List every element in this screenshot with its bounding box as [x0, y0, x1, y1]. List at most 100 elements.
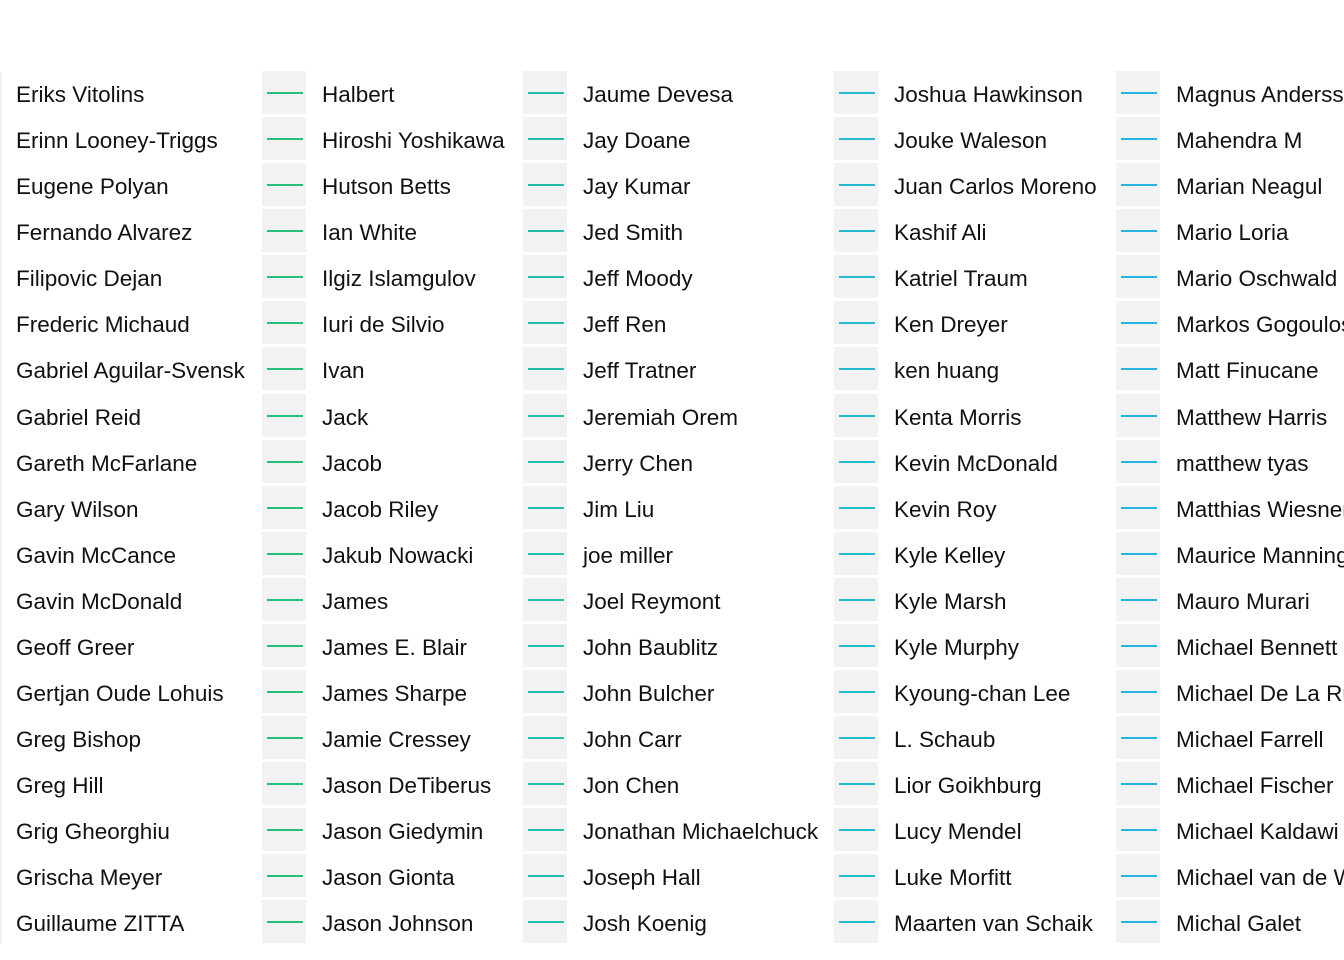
name-item: Jason Giedymin — [322, 819, 484, 845]
connector-segment — [1116, 301, 1160, 345]
connector-dash — [839, 921, 875, 924]
connector-dash — [839, 552, 875, 555]
connector-segment — [523, 854, 567, 898]
left-edge-strip — [0, 72, 2, 944]
connector-dash — [1121, 368, 1157, 371]
name-item: Kenta Morris — [894, 404, 1022, 430]
connector-dash — [267, 644, 303, 647]
connector-dash — [267, 184, 303, 187]
connector-dash — [839, 138, 875, 141]
connector-dash — [1121, 783, 1157, 786]
name-item: Mario Loria — [1176, 220, 1289, 246]
name-item: Gary Wilson — [16, 496, 139, 522]
connector-dash — [528, 921, 564, 924]
connector-dash — [1121, 230, 1157, 233]
connector-dash — [1121, 92, 1157, 94]
connector-segment — [262, 762, 306, 806]
connector-segment — [523, 301, 567, 345]
connector-segment — [834, 301, 878, 345]
name-item: joe miller — [583, 542, 674, 568]
name-item: Hutson Betts — [322, 174, 451, 200]
name-item: John Bulcher — [583, 681, 715, 707]
name-item: Iuri de Silvio — [322, 312, 445, 338]
name-item: Ilgiz Islamgulov — [322, 266, 476, 292]
connector-segment — [1116, 347, 1160, 391]
connector-dash — [1121, 644, 1157, 647]
connector-segment — [834, 163, 878, 207]
connector-segment — [1116, 808, 1160, 852]
name-item: Frederic Michaud — [16, 312, 190, 338]
connector-segment — [523, 623, 567, 667]
connector-dash — [528, 230, 564, 233]
connector-dash — [528, 414, 564, 417]
name-item: James — [322, 588, 389, 614]
connector-segment — [262, 209, 306, 253]
name-item: Joseph Hall — [583, 865, 701, 891]
name-item: Katriel Traum — [894, 266, 1028, 292]
connector-dash — [528, 783, 564, 786]
name-item: John Baublitz — [583, 634, 719, 660]
name-item: Hiroshi Yoshikawa — [322, 128, 505, 154]
connector-dash — [267, 737, 303, 740]
name-item: Matthew Harris — [1176, 404, 1328, 430]
connector-dash — [528, 276, 564, 279]
name-item: Marian Neagul — [1176, 174, 1323, 200]
name-item: Jonathan Michaelchuck — [583, 819, 819, 845]
connector-segment — [834, 854, 878, 898]
name-item: Gertjan Oude Lohuis — [16, 681, 224, 707]
name-item: Kyle Marsh — [894, 588, 1007, 614]
name-item: Magnus Andersson — [1176, 82, 1344, 107]
connector-dash — [267, 598, 303, 601]
name-item: Jacob Riley — [322, 496, 439, 522]
connector-dash — [1121, 737, 1157, 740]
connector-segment — [1116, 531, 1160, 575]
name-item: Geoff Greer — [16, 634, 135, 660]
name-item: Jason Johnson — [322, 911, 474, 937]
name-item: Jaume Devesa — [583, 82, 734, 107]
connector-segment — [262, 347, 306, 391]
connector-segment — [1116, 393, 1160, 437]
name-item: Filipovic Dejan — [16, 266, 163, 292]
connector-dash — [839, 460, 875, 463]
name-item: Kyle Kelley — [894, 542, 1006, 568]
name-item: Michael Fischer — [1176, 773, 1334, 799]
name-item: Joel Reymont — [583, 588, 721, 614]
connector-segment — [834, 71, 878, 114]
connector-segment — [1116, 716, 1160, 760]
connector-segment — [262, 531, 306, 575]
connector-segment — [834, 577, 878, 621]
name-item: Fernando Alvarez — [16, 220, 193, 246]
connector-segment — [1116, 623, 1160, 667]
name-item: Gavin McDonald — [16, 588, 183, 614]
connector-dash — [1121, 276, 1157, 279]
connector-strip-2 — [523, 71, 567, 945]
connector-segment — [523, 439, 567, 483]
connector-segment — [523, 117, 567, 161]
connector-segment — [1116, 117, 1160, 161]
name-grid: Eriks Vitolins Erinn Looney-Triggs Eugene … — [0, 0, 1344, 960]
name-item: Jason DeTiberus — [322, 773, 492, 799]
connector-segment — [523, 255, 567, 299]
name-column-3: Jaume Devesa Jay Doane Jay Kumar Jed Smith J… — [583, 72, 818, 947]
name-item: Eriks Vitolins — [16, 82, 145, 107]
connector-segment — [834, 531, 878, 575]
name-item: Greg Bishop — [16, 727, 142, 753]
connector-dash — [528, 875, 564, 878]
connector-dash — [267, 691, 303, 694]
name-item: Grischa Meyer — [16, 865, 163, 891]
name-item: Michael van de Waeter — [1176, 865, 1344, 891]
connector-segment — [834, 623, 878, 667]
connector-dash — [528, 829, 564, 832]
connector-segment — [834, 255, 878, 299]
connector-dash — [839, 829, 875, 832]
connector-strip-3 — [834, 71, 878, 945]
connector-segment — [523, 531, 567, 575]
name-item: Jeff Ren — [583, 312, 667, 338]
connector-dash — [528, 644, 564, 647]
name-item: Jason Gionta — [322, 865, 455, 891]
connector-segment — [262, 670, 306, 714]
connector-segment — [262, 439, 306, 483]
connector-segment — [834, 117, 878, 161]
connector-segment — [523, 762, 567, 806]
connector-dash — [528, 691, 564, 694]
